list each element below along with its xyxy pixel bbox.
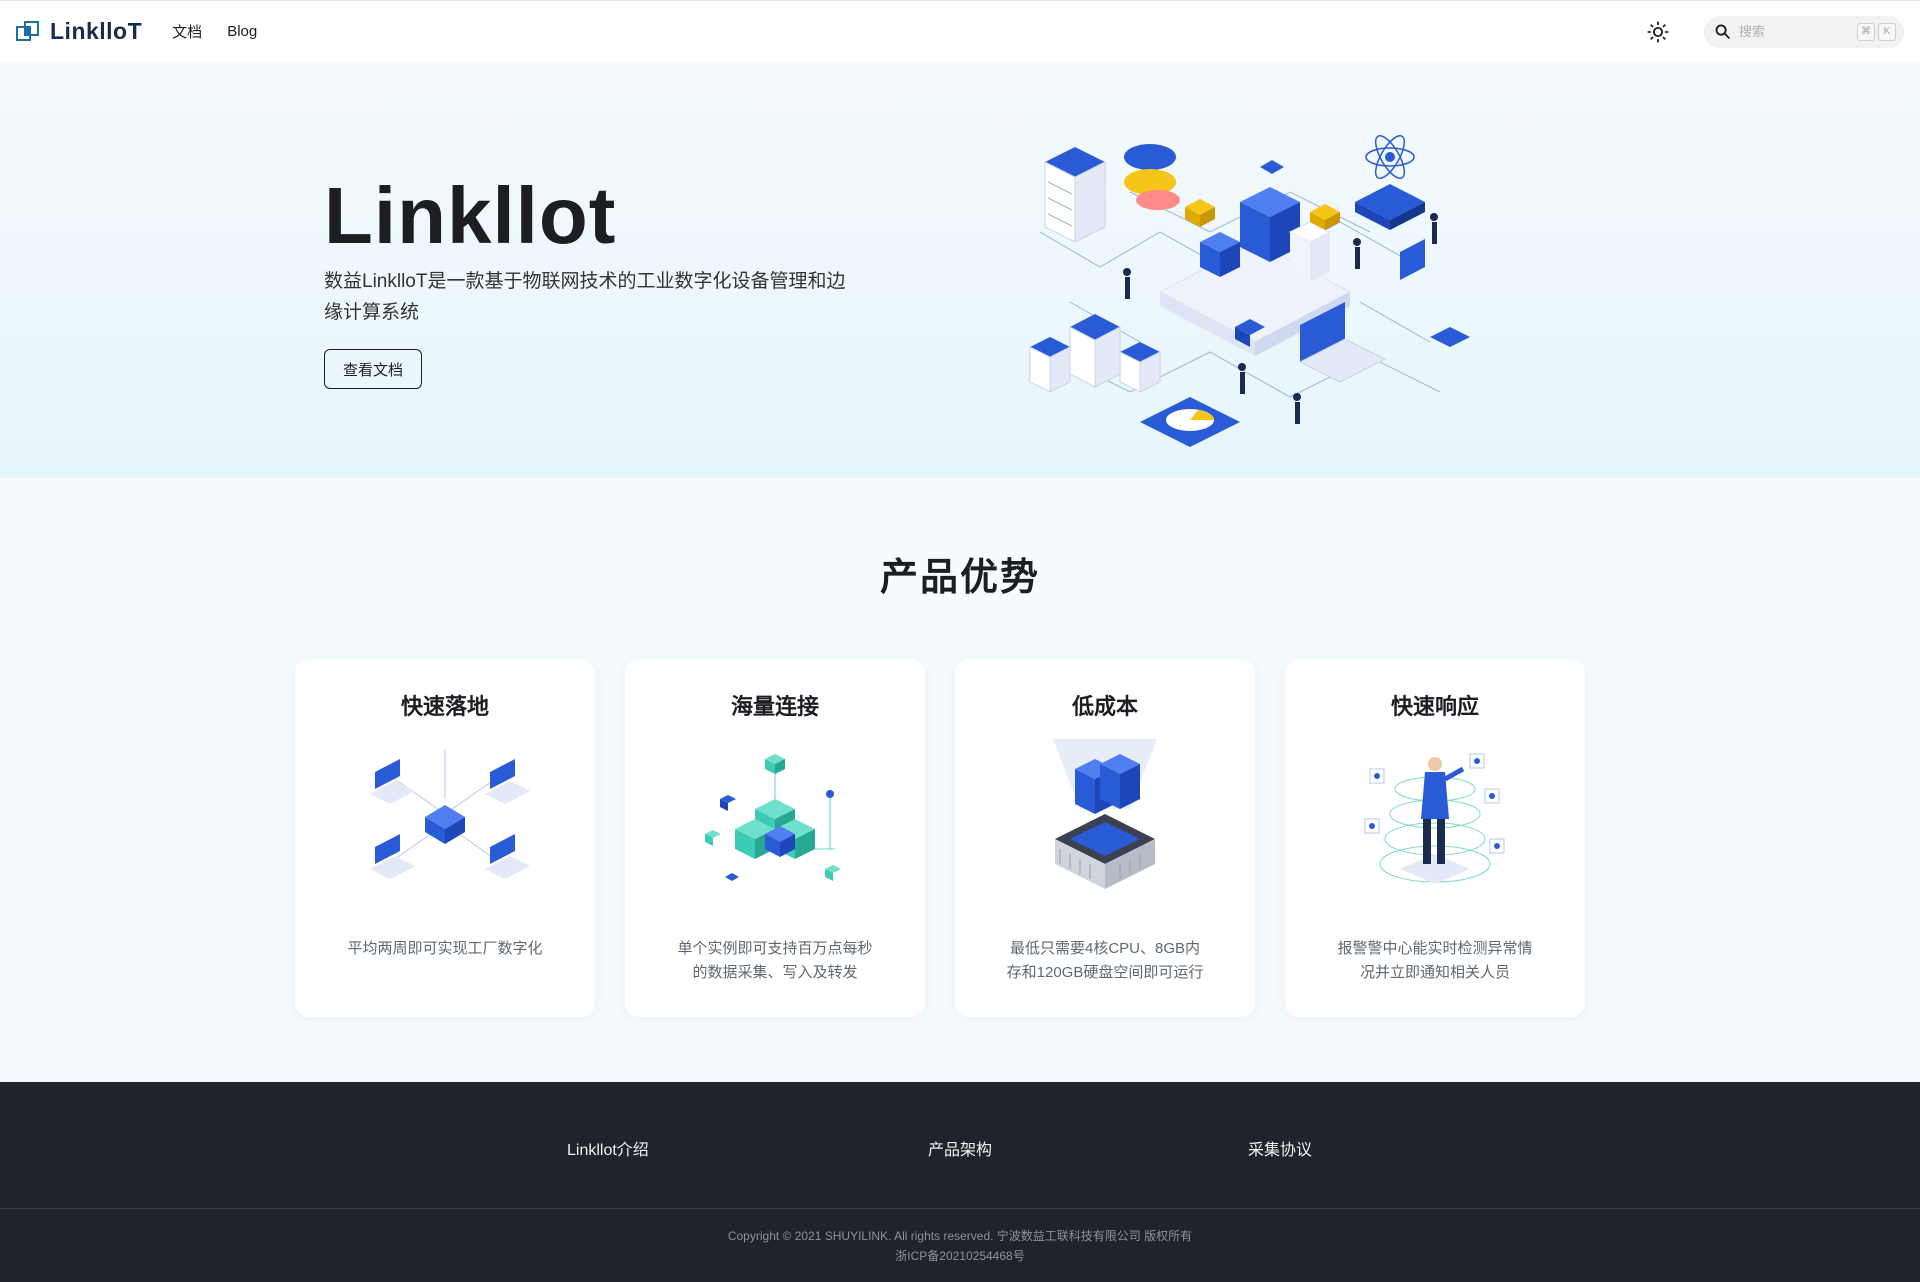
chip-hardware-illustration xyxy=(1053,739,1157,889)
advantage-card-fast-response: 快速响应 报警警中心能实时检测异常情况并立即通知相关人员 xyxy=(1285,659,1585,1017)
card-desc: 报警警中心能实时检测异常情况并立即通知相关人员 xyxy=(1337,940,1533,981)
nav-right: ⌘ K xyxy=(1644,15,1904,48)
theme-toggle-button[interactable] xyxy=(1644,18,1672,46)
advantage-card-low-cost: 低成本 最低只需要4核CPU、8GB内存和120GB硬盘空间即可运行 xyxy=(955,659,1255,1017)
navbar: LinklloT 文档 Blog ⌘ K xyxy=(0,0,1920,62)
hero-title: Linkllot xyxy=(324,171,617,260)
footer-link-architecture[interactable]: 产品架构 xyxy=(928,1136,992,1160)
brand-logo-icon xyxy=(16,20,39,41)
advantages-title: 产品优势 xyxy=(879,557,1040,599)
search-box[interactable]: ⌘ K xyxy=(1704,15,1904,48)
footer-divider xyxy=(0,1208,1920,1209)
card-title: 快速落地 xyxy=(400,694,489,719)
hero-subtitle: 数益LinklloT是一款基于物联网技术的工业数字化设备管理和边缘计算系统 xyxy=(324,271,846,323)
alert-person-illustration xyxy=(1364,753,1505,884)
card-title: 海量连接 xyxy=(730,694,819,719)
footer-link-protocols[interactable]: 采集协议 xyxy=(1248,1136,1312,1160)
nav-link-blog[interactable]: Blog xyxy=(227,23,257,40)
card-title: 低成本 xyxy=(1071,694,1138,719)
data-cubes-illustration xyxy=(705,754,841,881)
icp-number[interactable]: 浙ICP备20210254468号 xyxy=(0,1246,1920,1266)
advantages-section: 产品优势 快速落地 平均两周即可实现工厂数字化 海量连接 单个实例即可支持百万点… xyxy=(0,478,1920,1082)
advantage-card-massive-connect: 海量连接 单个实例即可支持百万点每秒的数据采集、写入及转发 xyxy=(625,659,925,1017)
kbd-k: K xyxy=(1878,22,1896,41)
card-desc: 最低只需要4核CPU、8GB内存和120GB硬盘空间即可运行 xyxy=(1006,940,1204,981)
brand[interactable]: LinklloT xyxy=(16,18,142,45)
footer: Linkllot介绍 产品架构 采集协议 Copyright © 2021 SH… xyxy=(0,1082,1920,1282)
search-icon xyxy=(1715,24,1730,39)
card-title: 快速响应 xyxy=(1390,694,1479,719)
brand-name: LinklloT xyxy=(50,18,143,44)
nav-link-docs[interactable]: 文档 xyxy=(172,21,202,42)
view-docs-button[interactable]: 查看文档 xyxy=(324,349,423,389)
hero-section: Linkllot 数益LinklloT是一款基于物联网技术的工业数字化设备管理和… xyxy=(0,62,1920,478)
search-input[interactable] xyxy=(1739,24,1839,39)
search-shortcut: ⌘ K xyxy=(1857,22,1896,41)
iot-isometric-illustration xyxy=(1029,134,1470,447)
kbd-cmd: ⌘ xyxy=(1857,22,1875,41)
sun-icon xyxy=(1647,20,1669,43)
copyright-text: Copyright © 2021 SHUYILINK. All rights r… xyxy=(727,1229,1193,1243)
network-devices-illustration xyxy=(370,749,530,879)
copyright: Copyright © 2021 SHUYILINK. All rights r… xyxy=(0,1226,1920,1266)
advantage-card-fast-deploy: 快速落地 平均两周即可实现工厂数字化 xyxy=(295,659,595,1017)
footer-link-intro[interactable]: Linkllot介绍 xyxy=(567,1136,649,1160)
card-desc: 单个实例即可支持百万点每秒的数据采集、写入及转发 xyxy=(677,940,873,981)
card-desc: 平均两周即可实现工厂数字化 xyxy=(347,940,543,957)
